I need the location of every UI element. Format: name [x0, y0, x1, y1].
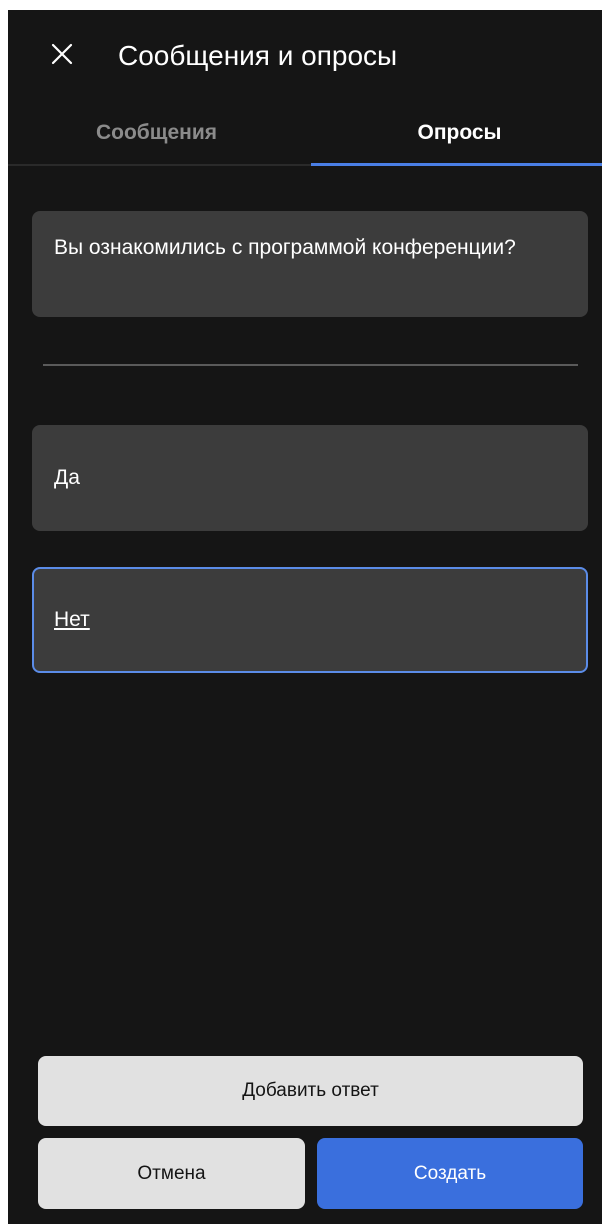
close-icon [51, 43, 73, 65]
answer-text: Нет [54, 608, 90, 631]
add-answer-button[interactable]: Добавить ответ [38, 1056, 583, 1126]
page-title: Сообщения и опросы [118, 40, 398, 71]
answer-field-2[interactable]: Нет [32, 567, 588, 673]
divider [43, 364, 578, 366]
header: Сообщения и опросы [8, 10, 602, 100]
tab-bar: Сообщения Опросы [8, 102, 602, 166]
close-button[interactable] [42, 34, 82, 74]
create-button[interactable]: Создать [317, 1138, 583, 1209]
polls-screen: Сообщения и опросы Сообщения Опросы Вы о… [8, 10, 602, 1224]
answer-field-1[interactable]: Да [32, 425, 588, 531]
tab-polls[interactable]: Опросы [311, 102, 602, 164]
answer-text: Да [54, 466, 80, 489]
tab-messages[interactable]: Сообщения [8, 102, 305, 164]
question-field[interactable]: Вы ознакомились с программой конференции… [32, 211, 588, 317]
active-tab-indicator [311, 163, 602, 166]
cancel-button[interactable]: Отмена [38, 1138, 305, 1209]
